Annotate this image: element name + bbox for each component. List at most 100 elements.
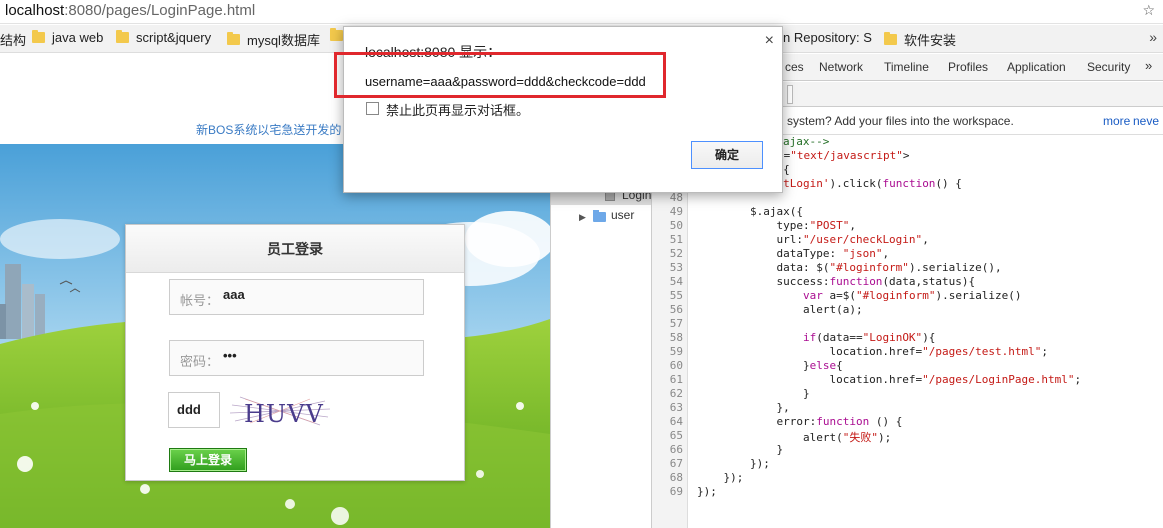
line-number[interactable]: 63 xyxy=(670,401,683,414)
line-number[interactable]: 55 xyxy=(670,289,683,302)
line-number[interactable]: 57 xyxy=(670,317,683,330)
bookmark-label: mysql数据库 xyxy=(247,33,320,48)
account-label: 帐号： xyxy=(180,293,220,308)
tab-profiles[interactable]: Profiles xyxy=(948,60,988,74)
tab-timeline[interactable]: Timeline xyxy=(884,60,929,74)
tab-application[interactable]: Application xyxy=(1007,60,1066,74)
folder-icon xyxy=(227,32,240,45)
bookmark-java-web[interactable]: java web xyxy=(32,30,103,45)
bookmark-item[interactable]: 结构 xyxy=(0,30,26,49)
code-line: } xyxy=(697,443,784,456)
line-number[interactable]: 68 xyxy=(670,471,683,484)
line-number[interactable]: 49 xyxy=(670,205,683,218)
url-host: localhost xyxy=(5,2,65,19)
code-line: }else{ xyxy=(697,359,843,372)
bookmark-label: script&jquery xyxy=(136,30,212,45)
account-field[interactable]: 帐号： aaa xyxy=(169,279,424,315)
close-icon[interactable]: × xyxy=(765,32,774,50)
highlight-box xyxy=(334,52,666,98)
login-panel: 员工登录 帐号： aaa 密码： ••• ddd HUVV 马上登录 xyxy=(125,224,465,481)
bookmark-label: n Repository: S xyxy=(783,30,872,45)
bookmark-mysql[interactable]: mysql数据库 xyxy=(227,30,320,49)
line-number[interactable]: 62 xyxy=(670,387,683,400)
folder-icon xyxy=(884,32,897,45)
code-line: $.ajax({ xyxy=(697,205,803,218)
code-line: var a=$("#loginform").serialize() xyxy=(802,289,1022,302)
notice-text: system? Add your files into the workspac… xyxy=(787,114,1014,128)
folder-icon xyxy=(330,28,343,41)
bookmarks-overflow-icon[interactable]: » xyxy=(1149,29,1157,45)
code-line: location.href="/pages/LoginPage.html"; xyxy=(697,373,1082,386)
suppress-dialogs-checkbox[interactable] xyxy=(366,102,379,115)
code-line: success:function(data,status){ xyxy=(697,275,976,288)
more-tabs-icon[interactable]: » xyxy=(1145,58,1152,73)
code-line: alert(a); xyxy=(697,303,863,316)
code-line: error:function () { xyxy=(697,415,903,428)
code-line: }); xyxy=(697,485,717,498)
intro-text: 新BOS系统以宅急送开发的 xyxy=(196,123,342,137)
line-number[interactable]: 51 xyxy=(670,233,683,246)
captcha-text: HUVV xyxy=(244,400,324,428)
code-line: ajax--> xyxy=(783,136,830,148)
code-line: dataType: "json", xyxy=(697,247,890,260)
file-tree: ▶ js ▼ pages Login ▶ user xyxy=(551,136,652,528)
ok-button[interactable]: 确定 xyxy=(691,141,763,169)
bookmark-label: 软件安装 xyxy=(904,33,957,48)
line-number[interactable]: 60 xyxy=(670,359,683,372)
line-number[interactable]: 65 xyxy=(670,429,683,442)
line-number[interactable]: 53 xyxy=(670,261,683,274)
code-editor[interactable]: ajax-->e="text/javascript">$(function() … xyxy=(689,136,1163,528)
folder-icon xyxy=(116,30,129,43)
line-number[interactable]: 54 xyxy=(670,275,683,288)
code-line: if(data=="LoginOK"){ xyxy=(802,331,936,344)
suppress-dialogs-label: 禁止此页再显示对话框。 xyxy=(386,103,530,118)
bookmark-star-icon[interactable]: ☆ xyxy=(1142,2,1155,19)
checkcode-field[interactable]: ddd xyxy=(168,392,220,428)
account-input-value: aaa xyxy=(223,287,245,302)
code-line: } xyxy=(697,387,810,400)
line-number[interactable]: 67 xyxy=(670,457,683,470)
code-line: }); xyxy=(697,457,770,470)
url-text[interactable]: localhost:8080/pages/LoginPage.html xyxy=(5,2,255,19)
line-number[interactable]: 64 xyxy=(670,415,683,428)
notice-more-link[interactable]: more xyxy=(1103,114,1130,128)
bookmark-repository[interactable]: n Repository: S xyxy=(783,30,872,45)
code-line: type:"POST", xyxy=(697,219,856,232)
code-line: location.href="/pages/test.html"; xyxy=(697,345,1049,358)
line-number[interactable]: 69 xyxy=(670,485,683,498)
code-line: url:"/user/checkLogin", xyxy=(697,233,929,246)
line-number[interactable]: 58 xyxy=(670,331,683,344)
line-number[interactable]: 66 xyxy=(670,443,683,456)
tab-network[interactable]: Network xyxy=(819,60,863,74)
code-line: e="text/javascript"> xyxy=(777,149,910,162)
tab-sources[interactable]: ces xyxy=(785,60,804,74)
line-number[interactable]: 50 xyxy=(670,219,683,232)
tree-item-user[interactable]: user xyxy=(611,208,634,222)
bookmark-label: 结构 xyxy=(0,33,27,48)
line-number-gutter: 4647484950515253545556575859606162636465… xyxy=(652,136,688,528)
url-path: :8080/pages/LoginPage.html xyxy=(64,2,256,19)
browser-window: localhost:8080/pages/LoginPage.html ☆ 结构… xyxy=(0,0,1163,528)
line-number[interactable]: 52 xyxy=(670,247,683,260)
collapsed-arrow-icon[interactable]: ▶ xyxy=(579,212,586,223)
code-line: }, xyxy=(697,401,790,414)
line-number[interactable]: 59 xyxy=(670,345,683,358)
captcha-image[interactable]: HUVV xyxy=(230,393,330,429)
password-label: 密码： xyxy=(180,354,220,369)
navigator-toggle[interactable] xyxy=(787,85,793,104)
bookmark-software[interactable]: 软件安装 xyxy=(884,30,956,49)
bookmark-label: java web xyxy=(52,30,104,45)
bookmark-script-jquery[interactable]: script&jquery xyxy=(116,30,211,45)
notice-never-link[interactable]: neve xyxy=(1133,114,1159,128)
login-title: 员工登录 xyxy=(126,225,464,273)
line-number[interactable]: 56 xyxy=(670,303,683,316)
code-line: data: $("#loginform").serialize(), xyxy=(697,261,1002,274)
code-line: }); xyxy=(697,471,744,484)
address-bar[interactable]: localhost:8080/pages/LoginPage.html ☆ xyxy=(0,0,1163,24)
password-input-value: ••• xyxy=(223,348,237,363)
tab-security[interactable]: Security xyxy=(1087,60,1130,74)
password-field[interactable]: 密码： ••• xyxy=(169,340,424,376)
line-number[interactable]: 61 xyxy=(670,373,683,386)
folder-icon xyxy=(593,210,606,222)
login-submit-button[interactable]: 马上登录 xyxy=(169,448,247,472)
